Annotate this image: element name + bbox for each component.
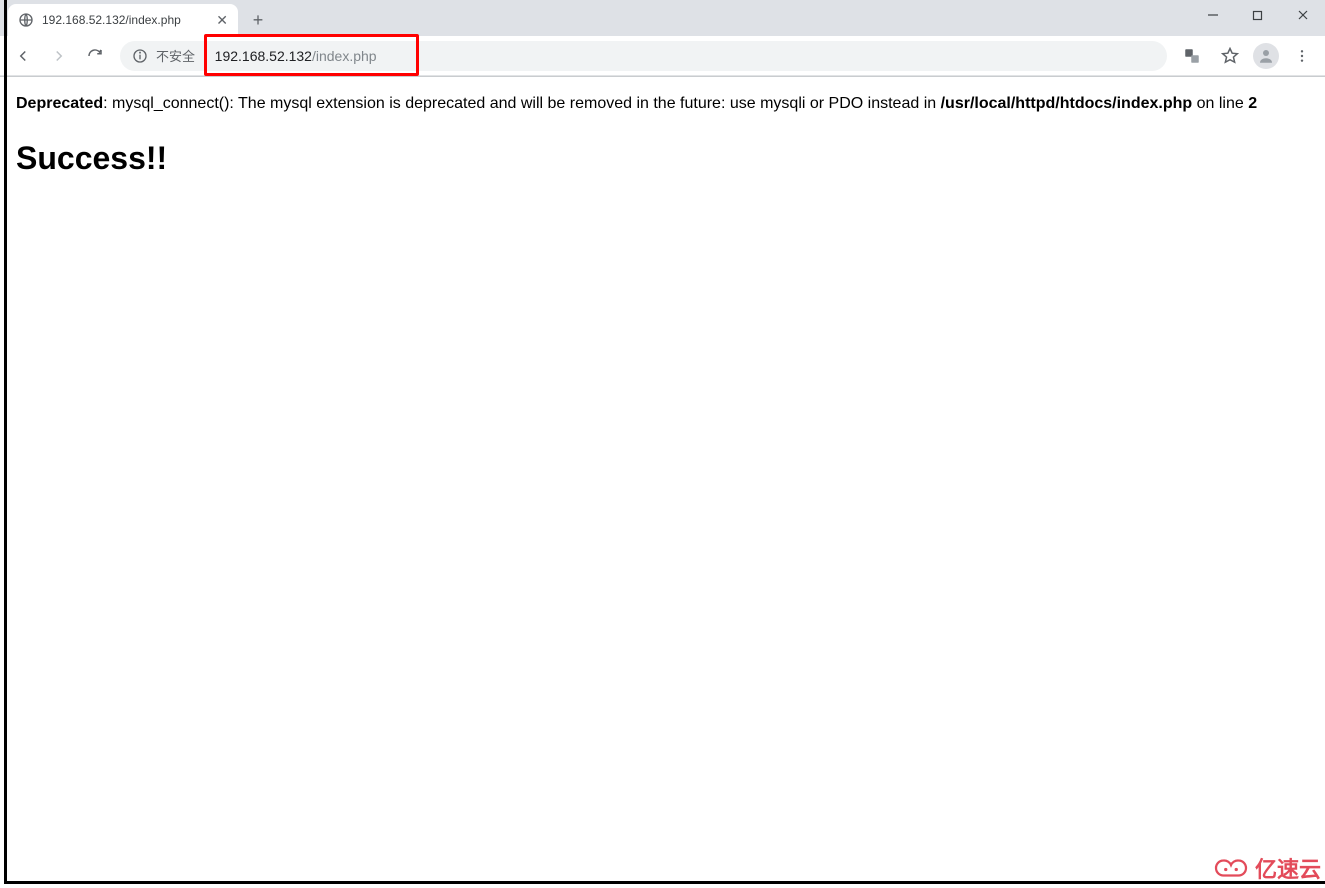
on-line-text: on line: [1192, 95, 1248, 112]
warning-body: mysql_connect(): The mysql extension is …: [112, 95, 941, 112]
new-tab-button[interactable]: +: [244, 6, 272, 34]
deprecated-label: Deprecated: [16, 95, 103, 112]
line-number: 2: [1248, 95, 1257, 112]
php-warning-message: Deprecated: mysql_connect(): The mysql e…: [16, 93, 1309, 115]
watermark-text: 亿速云: [1255, 852, 1321, 884]
back-button[interactable]: [8, 41, 38, 71]
browser-chrome: 192.168.52.132/index.php ✕ +: [0, 0, 1325, 77]
success-heading: Success!!: [16, 137, 1309, 180]
watermark: 亿速云: [1213, 852, 1321, 884]
profile-avatar[interactable]: [1253, 43, 1279, 69]
globe-icon: [18, 12, 34, 28]
tab-strip: 192.168.52.132/index.php ✕ +: [0, 0, 1325, 36]
active-tab[interactable]: 192.168.52.132/index.php ✕: [8, 4, 238, 36]
toolbar: 不安全 | 192.168.52.132/index.php: [0, 36, 1325, 76]
page-content: Deprecated: mysql_connect(): The mysql e…: [0, 77, 1325, 196]
url-text: 192.168.52.132/index.php: [215, 48, 377, 64]
close-tab-icon[interactable]: ✕: [216, 13, 228, 27]
toolbar-right: [1177, 41, 1317, 71]
info-icon[interactable]: [132, 48, 148, 64]
url-path: /index.php: [312, 48, 377, 64]
watermark-logo-icon: [1213, 856, 1249, 880]
file-path: /usr/local/httpd/htdocs/index.php: [941, 95, 1193, 112]
address-bar[interactable]: 不安全 | 192.168.52.132/index.php: [120, 41, 1167, 71]
security-label: 不安全: [156, 46, 195, 65]
window-maximize-button[interactable]: [1235, 0, 1280, 30]
window-minimize-button[interactable]: [1190, 0, 1235, 30]
window-close-button[interactable]: [1280, 0, 1325, 30]
bookmark-star-icon[interactable]: [1215, 41, 1245, 71]
kebab-menu-icon[interactable]: [1287, 41, 1317, 71]
translate-icon[interactable]: [1177, 41, 1207, 71]
reload-button[interactable]: [80, 41, 110, 71]
url-host: 192.168.52.132: [215, 48, 312, 64]
window-controls: [1190, 0, 1325, 30]
tab-title: 192.168.52.132/index.php: [42, 13, 208, 27]
colon: :: [103, 95, 112, 112]
forward-button[interactable]: [44, 41, 74, 71]
